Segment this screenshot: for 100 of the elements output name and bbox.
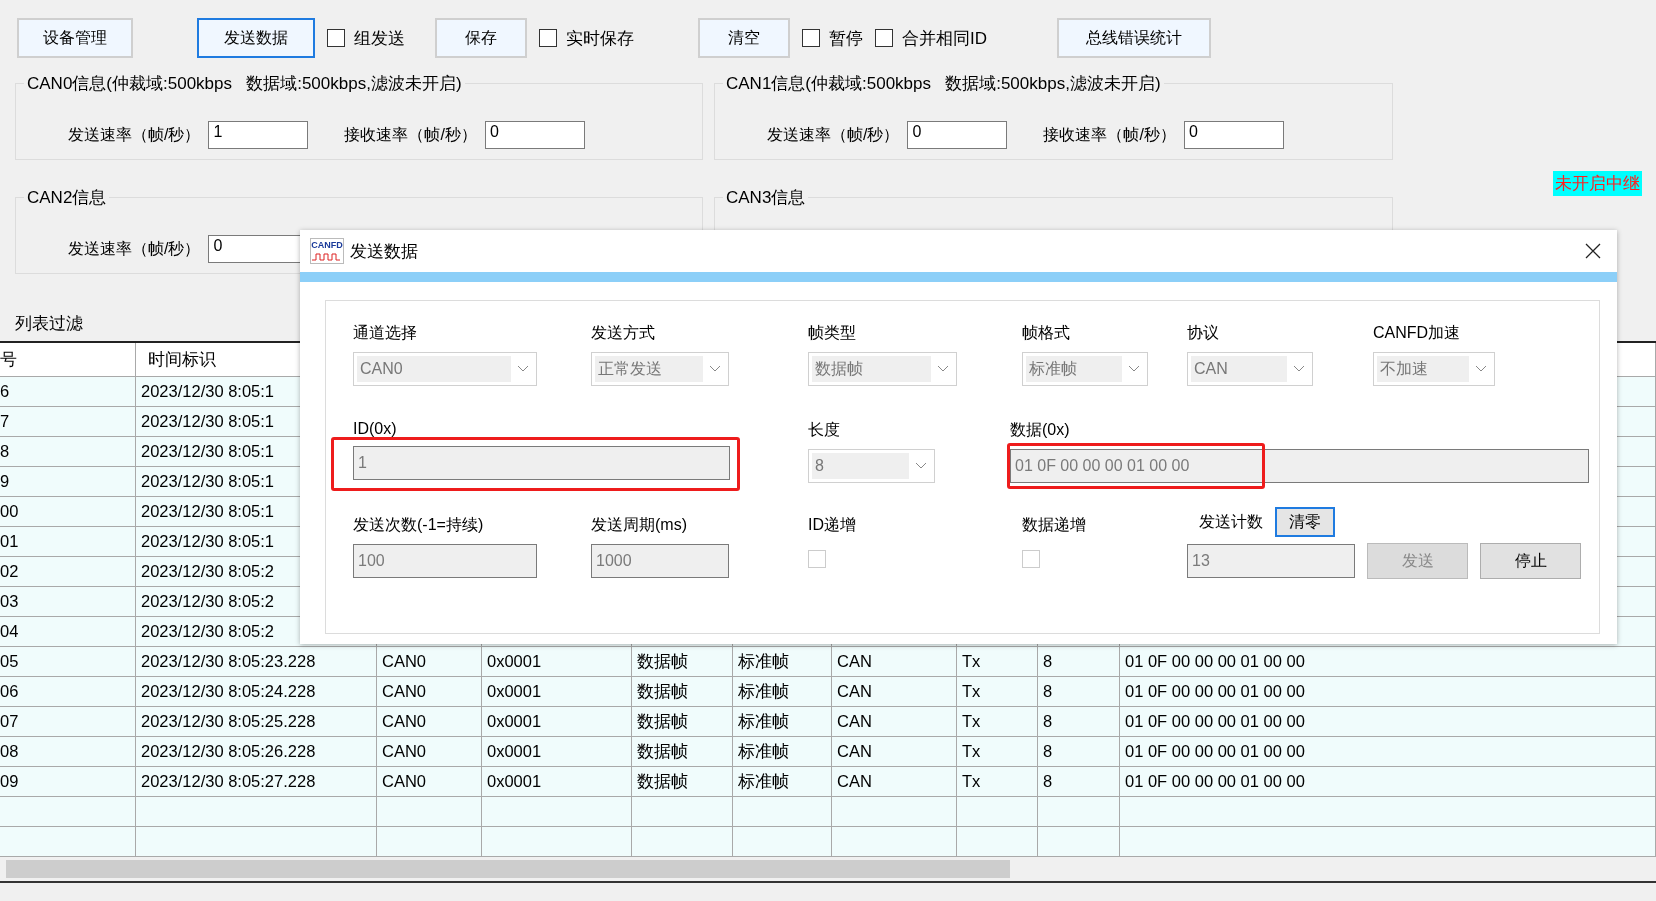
rate-field[interactable]: 0 — [484, 121, 585, 149]
table-cell: CAN0 — [382, 772, 426, 791]
table-cell: 6 — [0, 382, 10, 401]
table-cell: 03 — [0, 592, 19, 611]
rate-label: 接收速率（帧/秒） — [1043, 124, 1176, 145]
table-cell: 0x0001 — [487, 682, 542, 701]
field-label: 数据递增 — [1022, 515, 1086, 535]
table-cell: CAN0 — [382, 652, 426, 671]
table-cell: 01 0F 00 00 00 01 00 00 — [1125, 742, 1305, 761]
table-cell: 2023/12/30 8:05:23.228 — [141, 652, 316, 671]
table-cell: CAN0 — [382, 742, 426, 761]
stop-button[interactable]: 停止 — [1480, 543, 1581, 579]
table-cell: 2023/12/30 8:05:24.228 — [141, 682, 316, 701]
table-cell: 8 — [1043, 652, 1053, 671]
table-cell: 9 — [0, 472, 10, 491]
table-cell-text: 标准帧 — [738, 680, 789, 702]
field-label: ID(0x) — [353, 420, 397, 438]
toolbar-button[interactable]: 保存 — [435, 18, 527, 58]
relay-status: 未开启中继 — [1553, 171, 1642, 196]
table-cell: 2023/12/30 8:05:1 — [141, 472, 275, 491]
table-cell: 04 — [0, 622, 19, 641]
table-cell: 02 — [0, 562, 19, 581]
list-filter-label: 列表过滤 — [15, 313, 83, 335]
table-cell: Tx — [962, 772, 981, 791]
caret-icon — [1128, 365, 1140, 373]
table-cell: 00 — [0, 502, 19, 521]
table-cell-text: 标准帧 — [738, 650, 789, 672]
table-cell-text: 标准帧 — [738, 770, 789, 792]
field-label: 数据(0x) — [1010, 420, 1070, 440]
table-cell: Tx — [962, 652, 981, 671]
toolbar-button[interactable]: 总线错误统计 — [1057, 18, 1211, 58]
table-cell-text: 数据帧 — [637, 740, 688, 762]
column-header[interactable]: 时间标识 — [148, 348, 216, 371]
table-cell: 0x0001 — [487, 712, 542, 731]
table-cell: 2023/12/30 8:05:25.228 — [141, 712, 316, 731]
table-cell: 09 — [0, 772, 19, 791]
table-cell: CAN — [837, 652, 872, 671]
rate-field[interactable]: 1 — [208, 121, 309, 149]
table-cell: 0x0001 — [487, 772, 542, 791]
table-cell: 2023/12/30 8:05:1 — [141, 532, 275, 551]
table-cell: 01 — [0, 532, 19, 551]
caret-icon — [709, 365, 721, 373]
rate-label: 发送速率（帧/秒） — [767, 124, 900, 145]
table-cell: 2023/12/30 8:05:1 — [141, 502, 275, 521]
close-icon[interactable] — [1585, 243, 1601, 259]
table-cell: 2023/12/30 8:05:27.228 — [141, 772, 316, 791]
table-cell: 8 — [1043, 772, 1053, 791]
toolbar-button[interactable]: 设备管理 — [17, 18, 133, 58]
caret-icon — [517, 365, 529, 373]
table-cell: 2023/12/30 8:05:2 — [141, 592, 275, 611]
rate-label: 发送速率（帧/秒） — [68, 124, 201, 145]
table-cell: CAN — [837, 712, 872, 731]
toolbar-button[interactable]: 清空 — [698, 18, 790, 58]
toolbar-button[interactable]: 发送数据 — [197, 18, 315, 58]
checkbox[interactable] — [802, 29, 820, 47]
scrollbar-thumb[interactable] — [6, 860, 1010, 878]
table-cell: CAN0 — [382, 682, 426, 701]
table-cell: CAN — [837, 742, 872, 761]
caret-icon — [1293, 365, 1305, 373]
table-cell: 2023/12/30 8:05:1 — [141, 412, 275, 431]
field-label: 通道选择 — [353, 323, 417, 343]
table-cell: 2023/12/30 8:05:2 — [141, 562, 275, 581]
table-cell: 01 0F 00 00 00 01 00 00 — [1125, 652, 1305, 671]
send-count-field: 13 — [1187, 544, 1355, 578]
rate-field[interactable]: 0 — [1183, 121, 1284, 149]
table-cell: 01 0F 00 00 00 01 00 00 — [1125, 772, 1305, 791]
checkbox-label: 组发送 — [354, 27, 405, 50]
group-title: CAN0信息(仲裁域:500kbps 数据域:500kbps,滤波未开启) — [26, 73, 463, 95]
column-header[interactable]: 号 — [0, 348, 17, 371]
checkbox[interactable] — [875, 29, 893, 47]
table-cell: 01 0F 00 00 00 01 00 00 — [1125, 682, 1305, 701]
table-cell-text: 数据帧 — [637, 680, 688, 702]
table-cell: 2023/12/30 8:05:1 — [141, 442, 275, 461]
table-cell-text: 标准帧 — [738, 710, 789, 732]
checkbox[interactable] — [539, 29, 557, 47]
table-cell: 0x0001 — [487, 742, 542, 761]
horizontal-scrollbar[interactable] — [0, 857, 1656, 883]
table-cell: Tx — [962, 742, 981, 761]
clear-button[interactable]: 清零 — [1275, 507, 1335, 537]
table-cell: CAN0 — [382, 712, 426, 731]
table-cell-text: 数据帧 — [637, 650, 688, 672]
table-cell: 01 0F 00 00 00 01 00 00 — [1125, 712, 1305, 731]
table-cell: Tx — [962, 682, 981, 701]
rate-field[interactable]: 0 — [907, 121, 1008, 149]
table-cell: Tx — [962, 712, 981, 731]
table-cell: 2023/12/30 8:05:2 — [141, 622, 275, 641]
table-cell: CAN — [837, 682, 872, 701]
checkbox[interactable] — [327, 29, 345, 47]
rate-label: 接收速率（帧/秒） — [344, 124, 477, 145]
table-cell: 8 — [1043, 712, 1053, 731]
checkbox-label: 合并相同ID — [902, 27, 987, 50]
checkbox-label: 暂停 — [829, 27, 863, 50]
caret-icon — [915, 462, 927, 470]
group-title: CAN3信息 — [725, 187, 807, 209]
caret-icon — [937, 365, 949, 373]
table-cell: 06 — [0, 682, 19, 701]
field-label: 发送次数(-1=持续) — [353, 515, 484, 535]
field-label: ID递增 — [808, 515, 856, 535]
caret-icon — [1475, 365, 1487, 373]
app-icon: CANFD — [310, 238, 344, 264]
